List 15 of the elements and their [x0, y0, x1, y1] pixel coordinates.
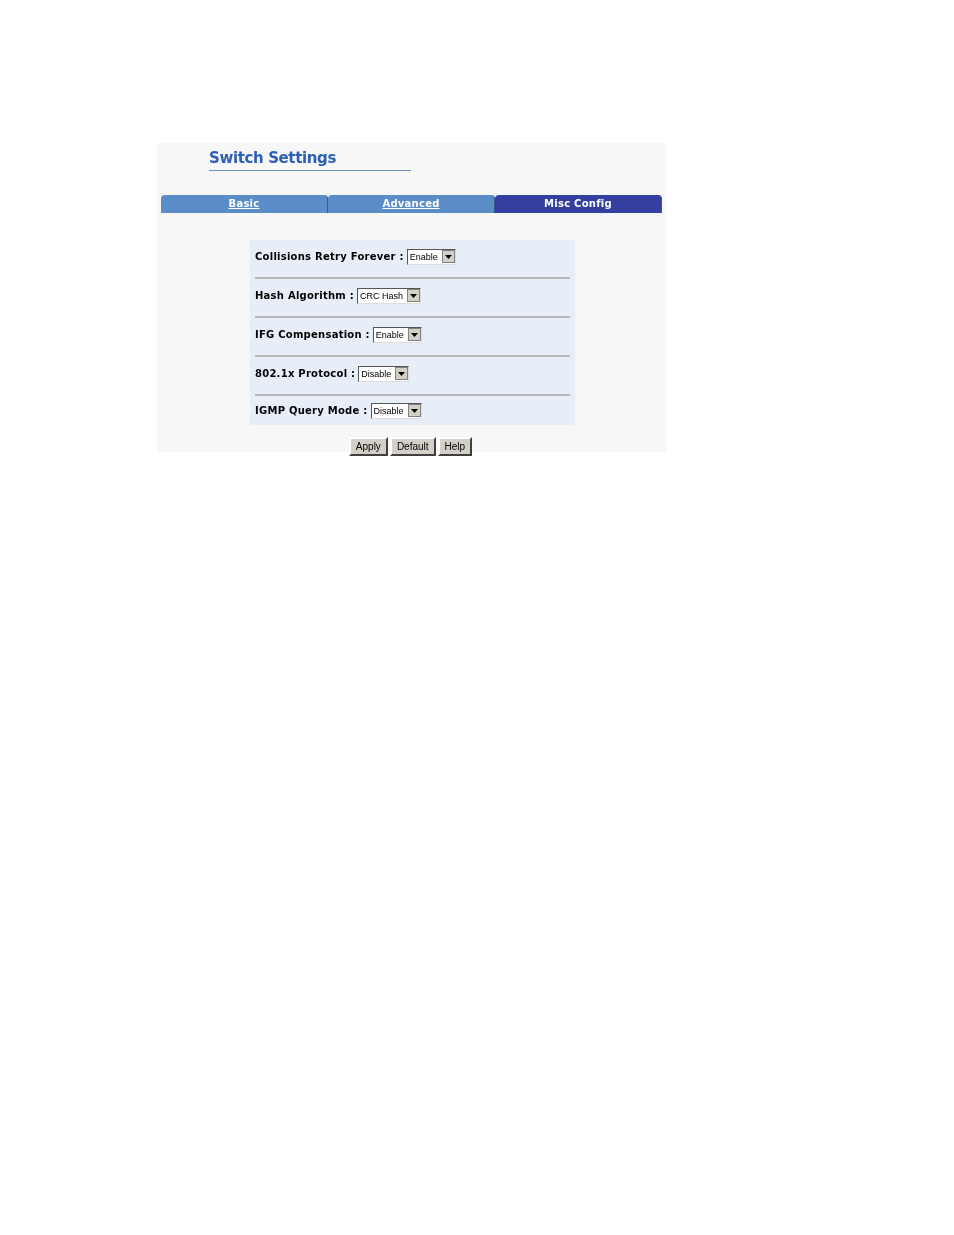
- setting-label: 802.1x Protocol :: [255, 367, 356, 381]
- select-field[interactable]: CRC Hash: [357, 287, 422, 304]
- setting-label: IFG Compensation :: [255, 328, 370, 342]
- form-button[interactable]: Default: [389, 437, 436, 456]
- tab[interactable]: Misc Config: [495, 195, 662, 213]
- form-button[interactable]: Help: [437, 437, 473, 456]
- select-field[interactable]: Enable: [372, 326, 422, 343]
- setting-label: Hash Algorithm :: [255, 289, 355, 303]
- select-field[interactable]: Disable: [370, 402, 422, 419]
- setting-label: IGMP Query Mode :: [255, 404, 368, 418]
- form-button[interactable]: Apply: [348, 437, 388, 456]
- select-field[interactable]: Enable: [406, 248, 456, 265]
- page-title: Switch Settings: [209, 150, 336, 166]
- setting-label: Collisions Retry Forever :: [255, 250, 404, 264]
- select-field[interactable]: Disable: [358, 365, 410, 382]
